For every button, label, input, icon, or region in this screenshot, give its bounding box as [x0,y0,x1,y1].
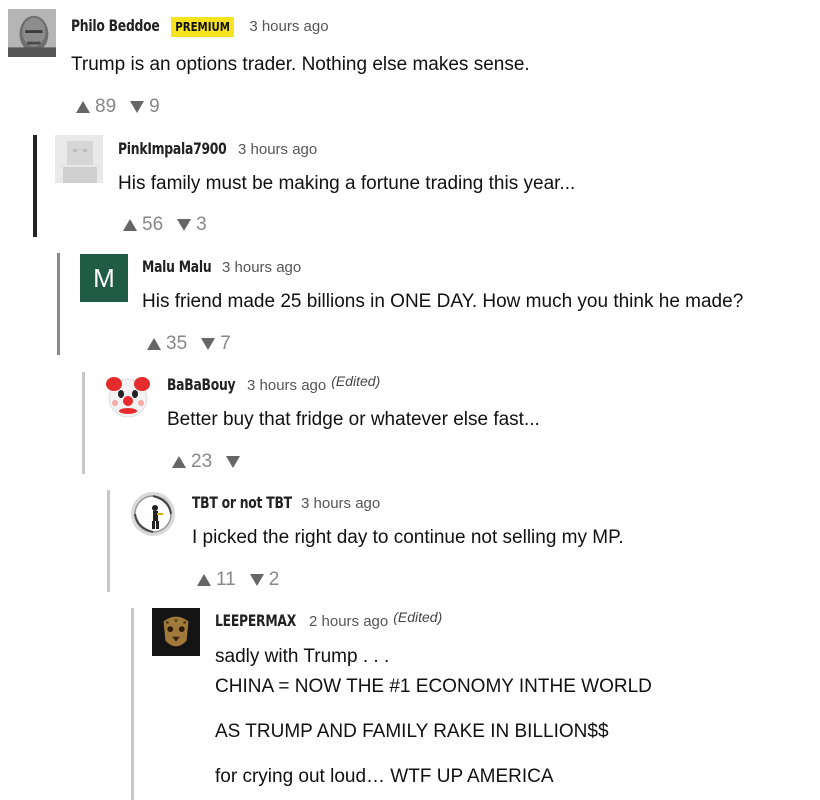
downvote-button[interactable]: 7 [201,333,231,355]
avatar[interactable]: M [80,254,128,302]
timestamp[interactable]: 3 hours ago [249,18,328,35]
author-name[interactable]: PinkImpala7900 [118,139,227,158]
default-avatar-icon [55,135,103,183]
author-name[interactable]: LEEPERMAX [215,611,296,630]
upvote-icon [123,219,137,231]
downvote-icon [226,456,241,468]
downvote-icon [201,338,216,350]
thread-line-level-2 [57,253,60,355]
downvote-button[interactable]: 3 [177,214,207,236]
edited-label: (Edited) [393,609,443,625]
upvote-count: 35 [166,333,188,354]
avatar[interactable] [55,135,103,183]
comment-line-2: CHINA = NOW THE #1 ECONOMY INTHE WORLD [215,676,652,697]
upvote-count: 56 [142,214,164,235]
upvote-count: 23 [191,451,213,472]
downvote-button[interactable] [226,456,245,468]
author-name[interactable]: TBT or not TBT [192,493,292,512]
jaguar-mask-avatar-icon [152,608,200,656]
avatar[interactable] [104,372,152,420]
clown-avatar-icon [104,372,152,420]
author-name[interactable]: Malu Malu [142,257,212,276]
timestamp[interactable]: 3 hours ago [222,259,301,276]
gunbarrel-avatar-icon [129,490,177,538]
upvote-button[interactable]: 56 [123,214,163,236]
downvote-count: 9 [149,96,160,117]
thread-line-level-5 [131,608,134,800]
avatar[interactable] [152,608,202,658]
comment-line-4: for crying out loud… WTF UP AMERICA [215,766,554,787]
downvote-count: 3 [196,214,207,235]
thread-line-level-1 [33,135,37,237]
comment-text: His friend made 25 billions in ONE DAY. … [142,291,744,312]
downvote-icon [130,101,145,113]
upvote-button[interactable]: 11 [197,569,236,591]
comment-line-3: AS TRUMP AND FAMILY RAKE IN BILLION$$ [215,721,609,742]
upvote-count: 89 [95,96,117,117]
avatar[interactable] [129,490,177,538]
thread-line-level-4 [107,490,110,592]
thread-line-level-3 [82,372,85,474]
downvote-count: 2 [268,569,280,590]
upvote-button[interactable]: 89 [76,96,116,118]
upvote-button[interactable]: 35 [147,333,187,355]
comment-line-1: sadly with Trump . . . [215,646,390,667]
avatar[interactable] [8,9,58,59]
timestamp[interactable]: 3 hours ago [247,377,326,394]
timestamp[interactable]: 3 hours ago [238,141,317,158]
upvote-icon [76,101,90,113]
upvote-button[interactable]: 23 [172,451,212,473]
comment-text: His family must be making a fortune trad… [118,173,576,194]
downvote-icon [177,219,192,231]
downvote-count: 7 [220,333,231,354]
timestamp[interactable]: 2 hours ago [309,613,388,630]
downvote-button[interactable]: 2 [249,569,280,591]
avatar-letter: M [93,263,115,293]
comment-text: Trump is an options trader. Nothing else… [71,54,530,75]
downvote-icon [249,574,264,586]
author-name[interactable]: BaBaBouy [167,375,236,394]
downvote-button[interactable]: 9 [130,96,160,118]
comment-text: I picked the right day to continue not s… [192,527,624,548]
upvote-count: 11 [216,569,236,590]
comment-text: Better buy that fridge or whatever else … [167,409,540,430]
avatar-photo-icon [8,9,56,57]
premium-badge: PREMIUM [171,17,235,37]
timestamp[interactable]: 3 hours ago [301,495,380,512]
edited-label: (Edited) [331,373,381,389]
upvote-icon [147,338,161,350]
upvote-icon [172,456,186,468]
author-name[interactable]: Philo Beddoe [71,16,160,35]
upvote-icon [197,574,211,586]
